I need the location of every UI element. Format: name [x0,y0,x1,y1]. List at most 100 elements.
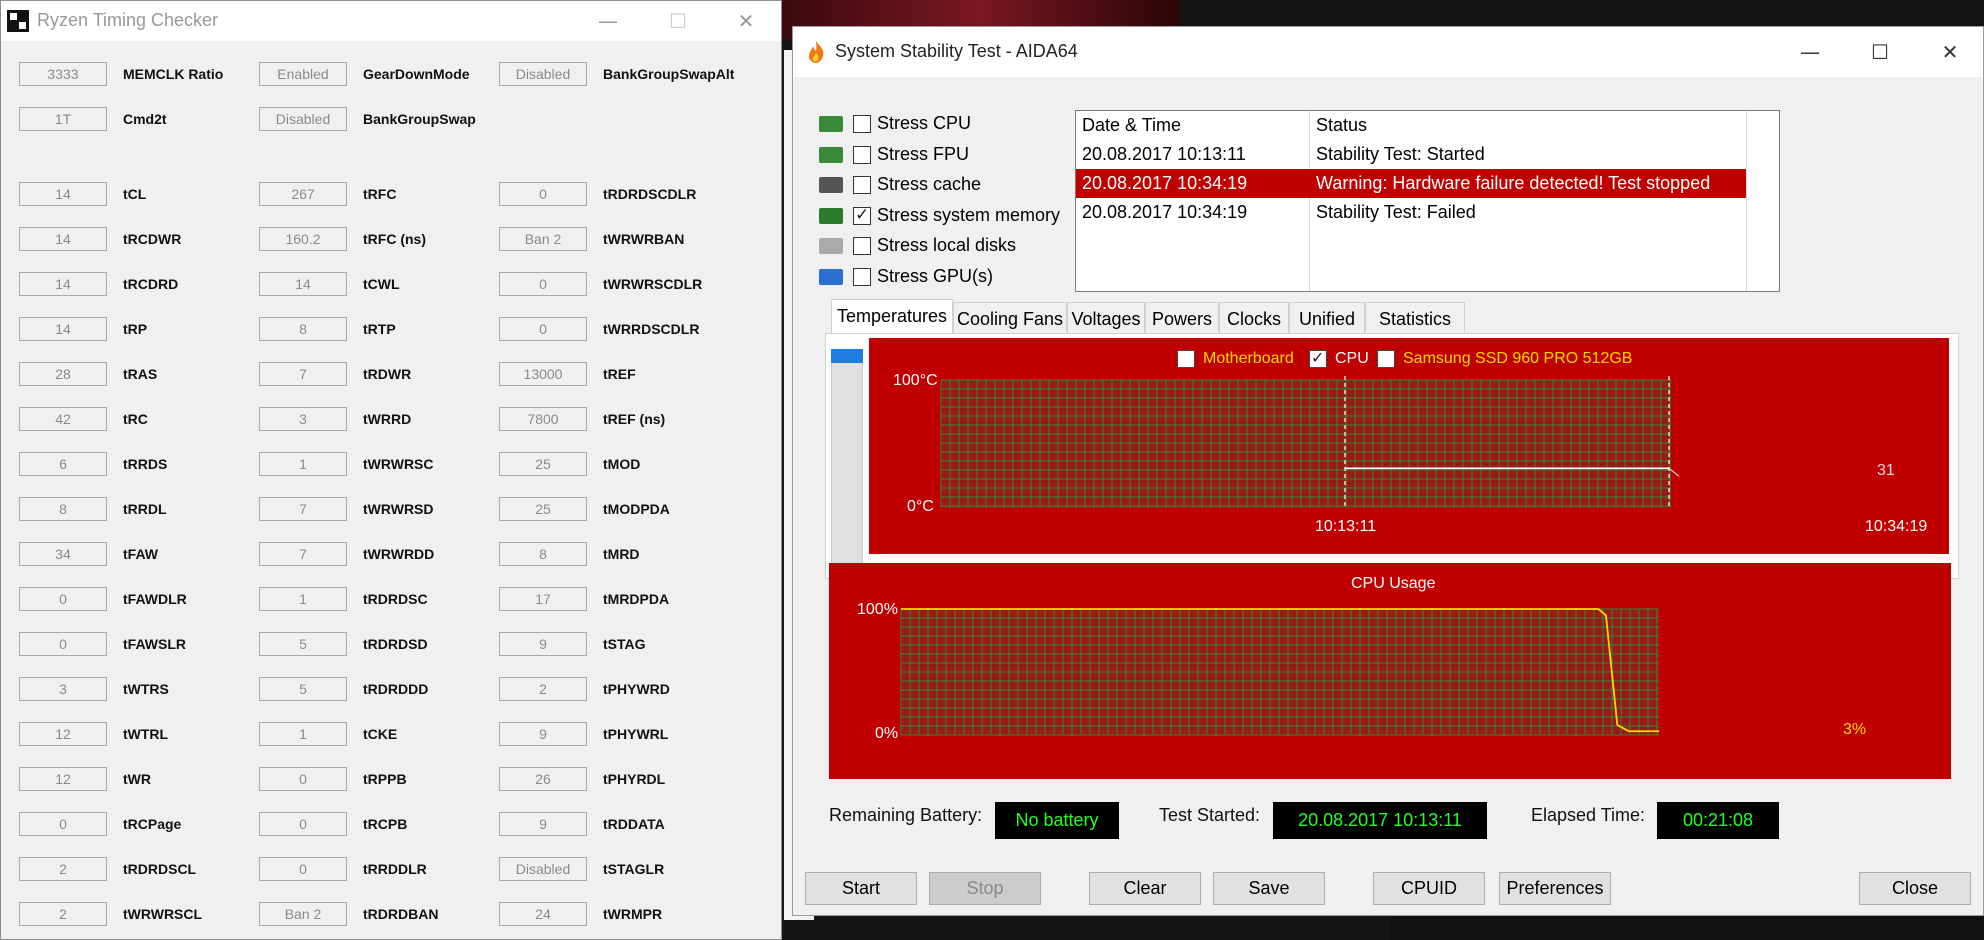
clear-button[interactable]: Clear [1089,872,1201,905]
stop-button[interactable]: Stop [929,872,1041,905]
tab-unified[interactable]: Unified [1289,302,1365,334]
tab-temperatures[interactable]: Temperatures [831,299,953,335]
test-started-value: 20.08.2017 10:13:11 [1273,802,1487,839]
aida-minimize-button[interactable]: — [1775,32,1845,72]
temperature-chart-panel: MotherboardCPUSamsung SSD 960 PRO 512GB … [869,338,1949,554]
tab-statistics[interactable]: Statistics [1365,302,1465,334]
event-log-table[interactable]: Date & Time Status 20.08.2017 10:13:11 St… [1075,110,1780,292]
stress-option-checkbox[interactable] [853,205,871,225]
timing-value-twrrdscdlr: 0 [499,317,587,341]
chart-list-scrollbar[interactable] [831,349,863,567]
timing-label-twrrdscdlr: tWRRDSCDLR [603,321,700,337]
timing-label-twrwrsc: tWRWRSC [363,456,434,472]
timing-value-trppb: 0 [259,767,347,791]
save-button[interactable]: Save [1213,872,1325,905]
aida-close-button[interactable]: ✕ [1915,32,1984,72]
timing-label-twtrs: tWTRS [123,681,169,697]
rtc-close-button[interactable]: ✕ [711,1,781,41]
timing-label-tphywrl: tPHYWRL [603,726,669,742]
timing-label-trp: tRP [123,321,148,337]
cpu-usage-chart [900,608,1659,736]
timing-label-tcl: tCL [123,186,147,202]
timing-label-tphywrd: tPHYWRD [603,681,670,697]
timing-value-tstag: 9 [499,632,587,656]
tab-cooling-fans[interactable]: Cooling Fans [953,302,1067,334]
tab-powers[interactable]: Powers [1145,302,1219,334]
stress-option-checkbox[interactable] [853,145,871,164]
stress-option-row[interactable]: Stress CPU [819,111,1079,137]
remaining-battery-label: Remaining Battery: [829,805,983,825]
timing-value-tras: 28 [19,362,107,386]
aida-maximize-button[interactable]: ☐ [1845,32,1915,72]
preferences-button[interactable]: Preferences [1499,872,1611,905]
log-row[interactable]: 20.08.2017 10:34:19 Warning: Hardware fai… [1076,169,1746,198]
stress-option-row[interactable]: Stress FPU [819,142,1079,168]
timing-value-trdrdscl: 2 [19,857,107,881]
timing-label-trdwr: tRDWR [363,366,412,382]
timing-label-twrwrdd: tWRWRDD [363,546,435,562]
log-header-status[interactable]: Status [1316,111,1367,140]
rtc-maximize-button[interactable]: ☐ [643,1,713,41]
elapsed-time-label: Elapsed Time: [1531,805,1646,825]
timing-label-trcdrd: tRCDRD [123,276,179,292]
timing-label-tfaw: tFAW [123,546,158,562]
log-row-status: Warning: Hardware failure detected! Test… [1316,173,1711,193]
timing-label-trcpb: tRCPB [363,816,408,832]
timing-value-tcwl: 14 [259,272,347,296]
timing-label-tmrdpda: tMRDPDA [603,591,670,607]
timing-label-trfc-ns: tRFC (ns) [363,231,426,247]
tab-voltages[interactable]: Voltages [1067,302,1145,334]
timing-label-tcke: tCKE [363,726,398,742]
stress-option-label: Stress CPU [877,113,972,133]
timing-value-tmod: 25 [499,452,587,476]
timing-label-trdrdsc: tRDRDSC [363,591,428,607]
timing-value-twrwrsc: 1 [259,452,347,476]
log-row[interactable]: 20.08.2017 10:13:11 Stability Test: Start… [1076,140,1746,169]
timing-label-twrmpr: tWRMPR [603,906,663,922]
stress-option-label: Stress cache [877,174,982,194]
timing-value-tmrd: 8 [499,542,587,566]
temp-y-max-label: 100°C [893,372,938,389]
timing-value-tfawslr: 0 [19,632,107,656]
timing-value-tcke: 1 [259,722,347,746]
log-header-datetime[interactable]: Date & Time [1082,111,1181,140]
log-column-separator [1746,111,1747,291]
rtc-titlebar[interactable]: Ryzen Timing Checker — ☐ ✕ [1,1,781,41]
stress-option-row[interactable]: Stress cache [819,172,1079,198]
log-row[interactable]: 20.08.2017 10:34:19 Stability Test: Faile… [1076,198,1746,227]
aida-titlebar[interactable]: System Stability Test - AIDA64 — ☐ ✕ [793,27,1983,77]
stress-option-row[interactable]: Stress local disks [819,233,1079,259]
log-row-status: Stability Test: Failed [1316,202,1476,222]
cpu-chip-icon [819,116,843,132]
stress-option-checkbox[interactable] [853,237,871,255]
temp-y-min-label: 0°C [907,498,934,515]
cache-chip-icon [819,177,843,193]
timing-label-trdrddd: tRDRDDD [363,681,429,697]
close-button[interactable]: Close [1859,872,1971,905]
timing-label-trppb: tRPPB [363,771,407,787]
temperature-chart [940,376,1680,508]
tab-clocks[interactable]: Clocks [1219,302,1289,334]
cpu-y-min-label: 0% [875,725,899,742]
stress-option-row[interactable]: Stress GPU(s) [819,264,1079,290]
stress-option-checkbox[interactable] [853,115,871,133]
timing-value-twrwrsd: 7 [259,497,347,521]
aida-window-title: System Stability Test - AIDA64 [835,41,1078,61]
hard-disk-icon [819,238,843,254]
stress-option-row[interactable]: Stress system memory [819,203,1079,229]
timing-label-tmod: tMOD [603,456,641,472]
timing-label-trfc: tRFC [363,186,397,202]
stress-option-checkbox[interactable] [853,176,871,194]
timing-label-tfawdlr: tFAWDLR [123,591,187,607]
temp-current-value-label: 31 [1877,462,1895,479]
timing-value-tfaw: 34 [19,542,107,566]
timing-value-twtrs: 3 [19,677,107,701]
stress-option-checkbox[interactable] [853,267,871,286]
chart-list-scroll-thumb[interactable] [831,349,863,363]
timing-value-geardownmode: Enabled [259,62,347,86]
timing-value-tphywrl: 9 [499,722,587,746]
rtc-minimize-button[interactable]: — [573,1,643,41]
timing-value-trdwr: 7 [259,362,347,386]
cpuid-button[interactable]: CPUID [1373,872,1485,905]
start-button[interactable]: Start [805,872,917,905]
